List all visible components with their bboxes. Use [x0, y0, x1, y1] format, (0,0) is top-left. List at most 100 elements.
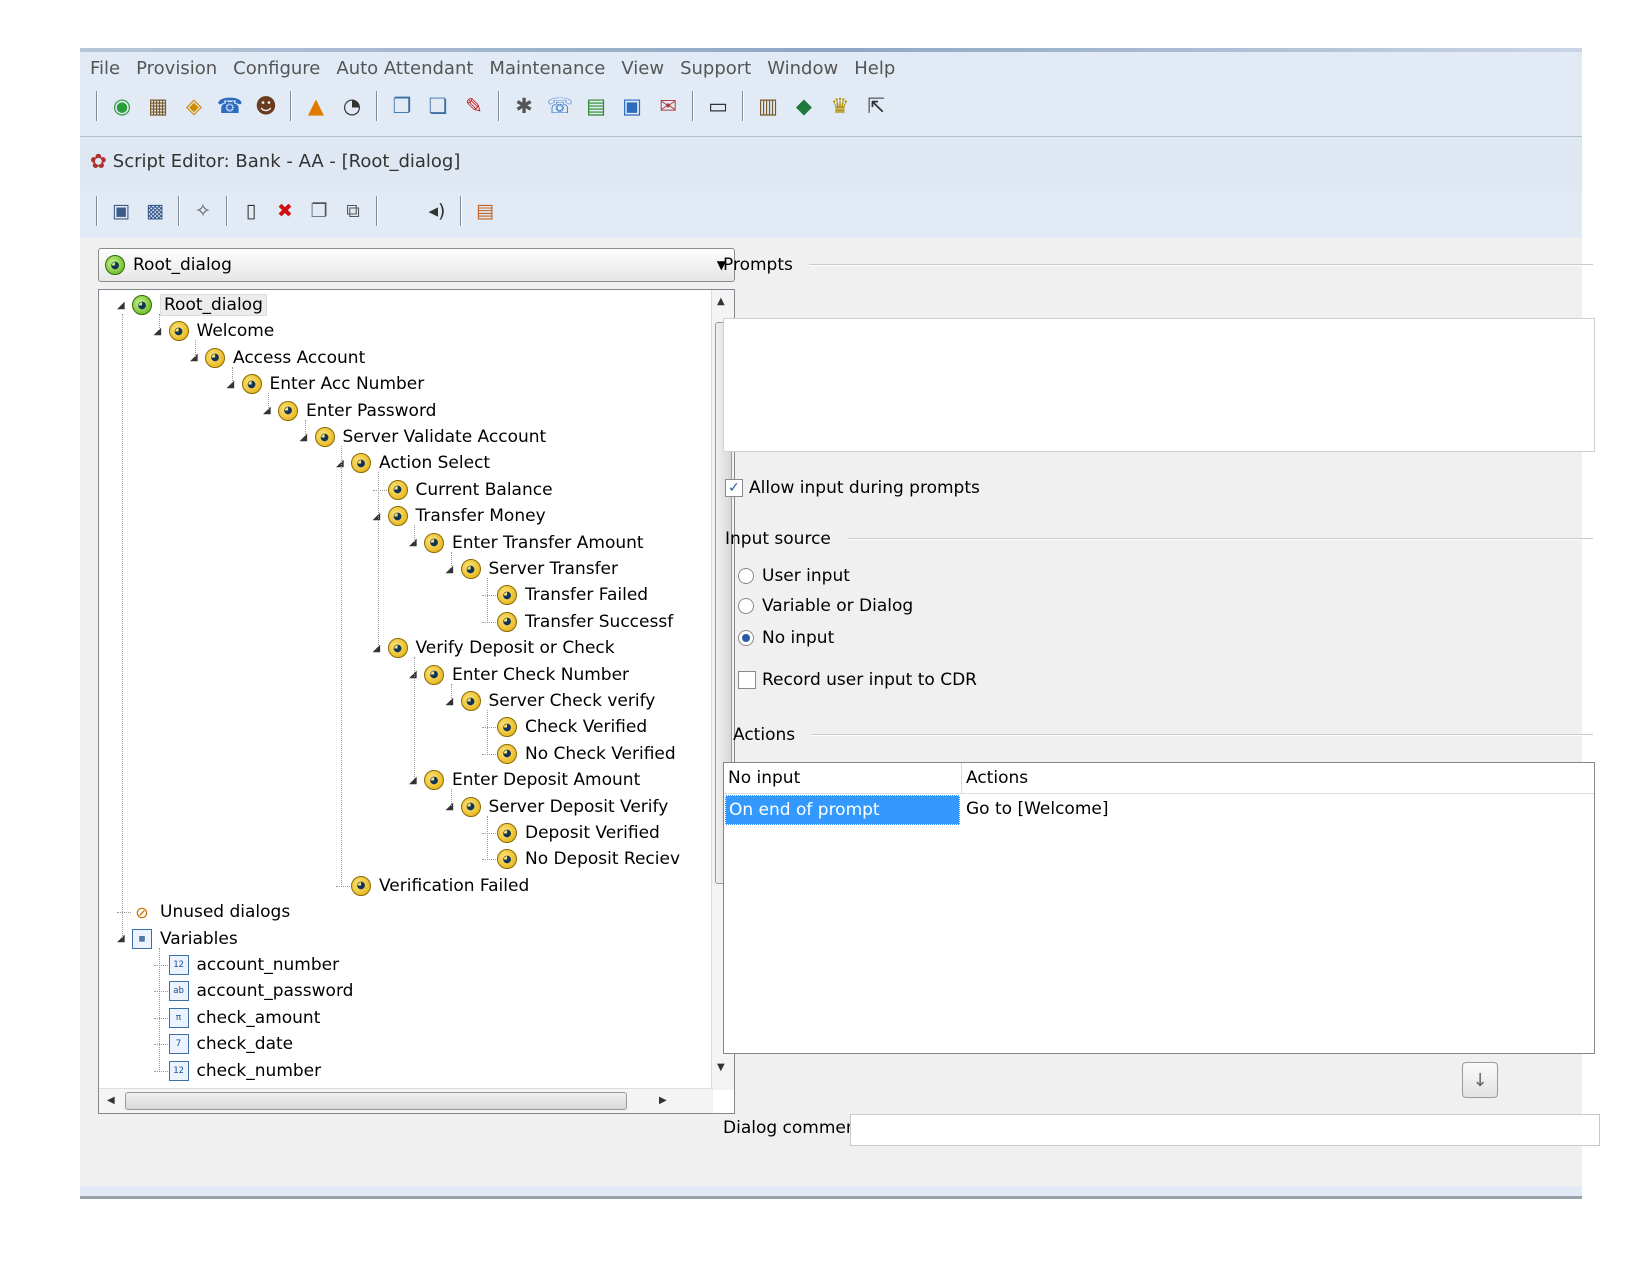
tree-node[interactable]: ◕ Deposit Verified	[482, 820, 660, 846]
horizontal-scrollbar[interactable]: ◀ ▶	[99, 1088, 713, 1113]
globe-icon[interactable]: ◉	[108, 92, 136, 120]
radio-no-input[interactable]: No input	[738, 628, 834, 648]
menu-item-view[interactable]: View	[621, 58, 664, 79]
tools-icon[interactable]: ✱	[510, 92, 538, 120]
license-icon[interactable]: ♛	[826, 92, 854, 120]
document-icon[interactable]: ▭	[704, 92, 732, 120]
dialog-selector[interactable]: ◕ Root_dialog ▼	[98, 248, 735, 282]
record-cdr-row[interactable]: ✓ Record user input to CDR	[738, 670, 977, 690]
dialog-tree[interactable]: ◢ ◕ Root_dialog ◢ ◕ Welcome ◢ ◕ Access Account ◢ ◕…	[98, 289, 735, 1114]
menu-item-help[interactable]: Help	[854, 58, 895, 79]
scroll-right-icon[interactable]: ▶	[659, 1095, 667, 1106]
collapse-icon[interactable]: ◢	[373, 511, 387, 522]
column-divider[interactable]	[961, 763, 962, 793]
tree-node[interactable]: ◢ ◕ Enter Acc Number	[227, 371, 424, 397]
menu-item-provision[interactable]: Provision	[136, 58, 217, 79]
timer-icon[interactable]: ◔	[338, 92, 366, 120]
route-icon[interactable]: ▲	[302, 92, 330, 120]
collapse-icon[interactable]: ◢	[409, 669, 423, 680]
save-all-icon[interactable]: ▩	[142, 198, 168, 224]
variable-node[interactable]: 7 check_date	[153, 1031, 293, 1057]
tree-node[interactable]: ◢ ◕ Server Validate Account	[300, 424, 546, 450]
menu-item-configure[interactable]: Configure	[233, 58, 320, 79]
tree-node[interactable]: ◢ ◕ Action Select	[336, 450, 490, 476]
menu-item-maintenance[interactable]: Maintenance	[489, 58, 605, 79]
radio-variable-or-dialog[interactable]: Variable or Dialog	[738, 596, 913, 616]
column-header-action[interactable]: Actions	[966, 768, 1028, 788]
phone-line-icon[interactable]: ◈	[180, 92, 208, 120]
monitor-icon[interactable]: ▣	[618, 92, 646, 120]
allow-input-checkbox[interactable]: ✓	[725, 479, 743, 497]
tree-node[interactable]: ◢ ◕ Enter Check Number	[409, 662, 629, 688]
copy-dialog-icon[interactable]: ❐	[388, 92, 416, 120]
menu-item-auto-attendant[interactable]: Auto Attendant	[336, 58, 473, 79]
tree-node[interactable]: ◕ Current Balance	[372, 477, 553, 503]
move-down-button[interactable]: ↓	[1462, 1062, 1498, 1098]
wizard-icon[interactable]: ✎	[460, 92, 488, 120]
collapse-icon[interactable]: ◢	[409, 775, 423, 786]
tree-node[interactable]: ◢ ▦ Variables	[117, 926, 238, 952]
prompts-list[interactable]	[723, 318, 1595, 452]
variable-node[interactable]: 12 check_number	[153, 1058, 321, 1084]
variable-node[interactable]: 12 account_number	[153, 952, 339, 978]
variable-node[interactable]: π check_amount	[153, 1005, 320, 1031]
menu-item-window[interactable]: Window	[767, 58, 838, 79]
horizontal-scroll-thumb[interactable]	[125, 1092, 627, 1110]
delete-icon[interactable]: ✖	[272, 198, 298, 224]
tree-node[interactable]: ◢ ◕ Server Transfer	[446, 556, 618, 582]
allow-input-row[interactable]: ✓ Allow input during prompts	[725, 478, 980, 498]
column-header-event[interactable]: No input	[728, 768, 800, 788]
radio-no-input-indicator[interactable]	[738, 630, 754, 646]
tree-node[interactable]: ◢ ◕ Server Check verify	[446, 688, 655, 714]
tree-node[interactable]: ⊘ Unused dialogs	[117, 899, 290, 925]
collapse-icon[interactable]: ◢	[154, 326, 168, 337]
collapse-icon[interactable]: ◢	[373, 643, 387, 654]
script-icon[interactable]: ✉	[654, 92, 682, 120]
radio-user-input[interactable]: User input	[738, 566, 850, 586]
tree-node[interactable]: ◢ ◕ Root_dialog	[117, 292, 267, 318]
radio-user-input-indicator[interactable]	[738, 568, 754, 584]
collapse-icon[interactable]: ◢	[263, 405, 277, 416]
notes-icon[interactable]: ▤	[472, 198, 498, 224]
table-cell-action[interactable]: Go to [Welcome]	[966, 799, 1108, 819]
tree-node[interactable]: ◢ ◕ Transfer Money	[373, 503, 546, 529]
actions-table[interactable]: No input Actions On end of prompt Go to …	[723, 762, 1595, 1054]
call-icon[interactable]: ☏	[546, 92, 574, 120]
variable-node[interactable]: ab account_password	[153, 978, 353, 1004]
tree-node[interactable]: ◕ No Deposit Reciev	[482, 846, 680, 872]
menu-item-file[interactable]: File	[90, 58, 120, 79]
tree-node[interactable]: ◕ Transfer Successf	[482, 609, 673, 635]
report-icon[interactable]: ▤	[582, 92, 610, 120]
collapse-icon[interactable]: ◢	[409, 537, 423, 548]
paste-icon[interactable]: ⧉	[340, 198, 366, 224]
tree-node[interactable]: ◢ ◕ Verify Deposit or Check	[373, 635, 615, 661]
dialog-comment-input[interactable]	[850, 1114, 1600, 1146]
collapse-icon[interactable]: ◢	[446, 564, 460, 575]
help-pointer-icon[interactable]: ⇱	[862, 92, 890, 120]
scroll-down-icon[interactable]: ▼	[717, 1062, 725, 1073]
cube-icon[interactable]: ◆	[790, 92, 818, 120]
tree-node[interactable]: ◢ ◕ Server Deposit Verify	[446, 794, 668, 820]
audio-icon[interactable]: ◂)	[424, 198, 450, 224]
radio-variable-indicator[interactable]	[738, 598, 754, 614]
collapse-icon[interactable]: ◢	[300, 432, 314, 443]
server-icon[interactable]: ▦	[144, 92, 172, 120]
table-cell-event[interactable]: On end of prompt	[725, 795, 960, 825]
tree-node[interactable]: ◕ No Check Verified	[482, 741, 676, 767]
library-icon[interactable]: ▥	[754, 92, 782, 120]
tree-node[interactable]: ◢ ◕ Access Account	[190, 345, 365, 371]
validate-icon[interactable]: ✧	[190, 198, 216, 224]
tree-node[interactable]: ◢ ◕ Enter Password	[263, 398, 436, 424]
phone-handset-icon[interactable]: ☎	[216, 92, 244, 120]
tree-node[interactable]: ◕ Verification Failed	[336, 873, 529, 899]
scroll-up-icon[interactable]: ▲	[717, 296, 725, 307]
record-cdr-checkbox[interactable]: ✓	[738, 671, 756, 689]
save-icon[interactable]: ▣	[108, 198, 134, 224]
table-row[interactable]: On end of prompt Go to [Welcome]	[724, 795, 1594, 825]
scroll-left-icon[interactable]: ◀	[107, 1095, 115, 1106]
menu-item-support[interactable]: Support	[680, 58, 751, 79]
tree-node[interactable]: ◕ Transfer Failed	[482, 582, 648, 608]
collapse-icon[interactable]: ◢	[117, 933, 131, 944]
collapse-icon[interactable]: ◢	[117, 300, 131, 311]
collapse-icon[interactable]: ◢	[190, 352, 204, 363]
